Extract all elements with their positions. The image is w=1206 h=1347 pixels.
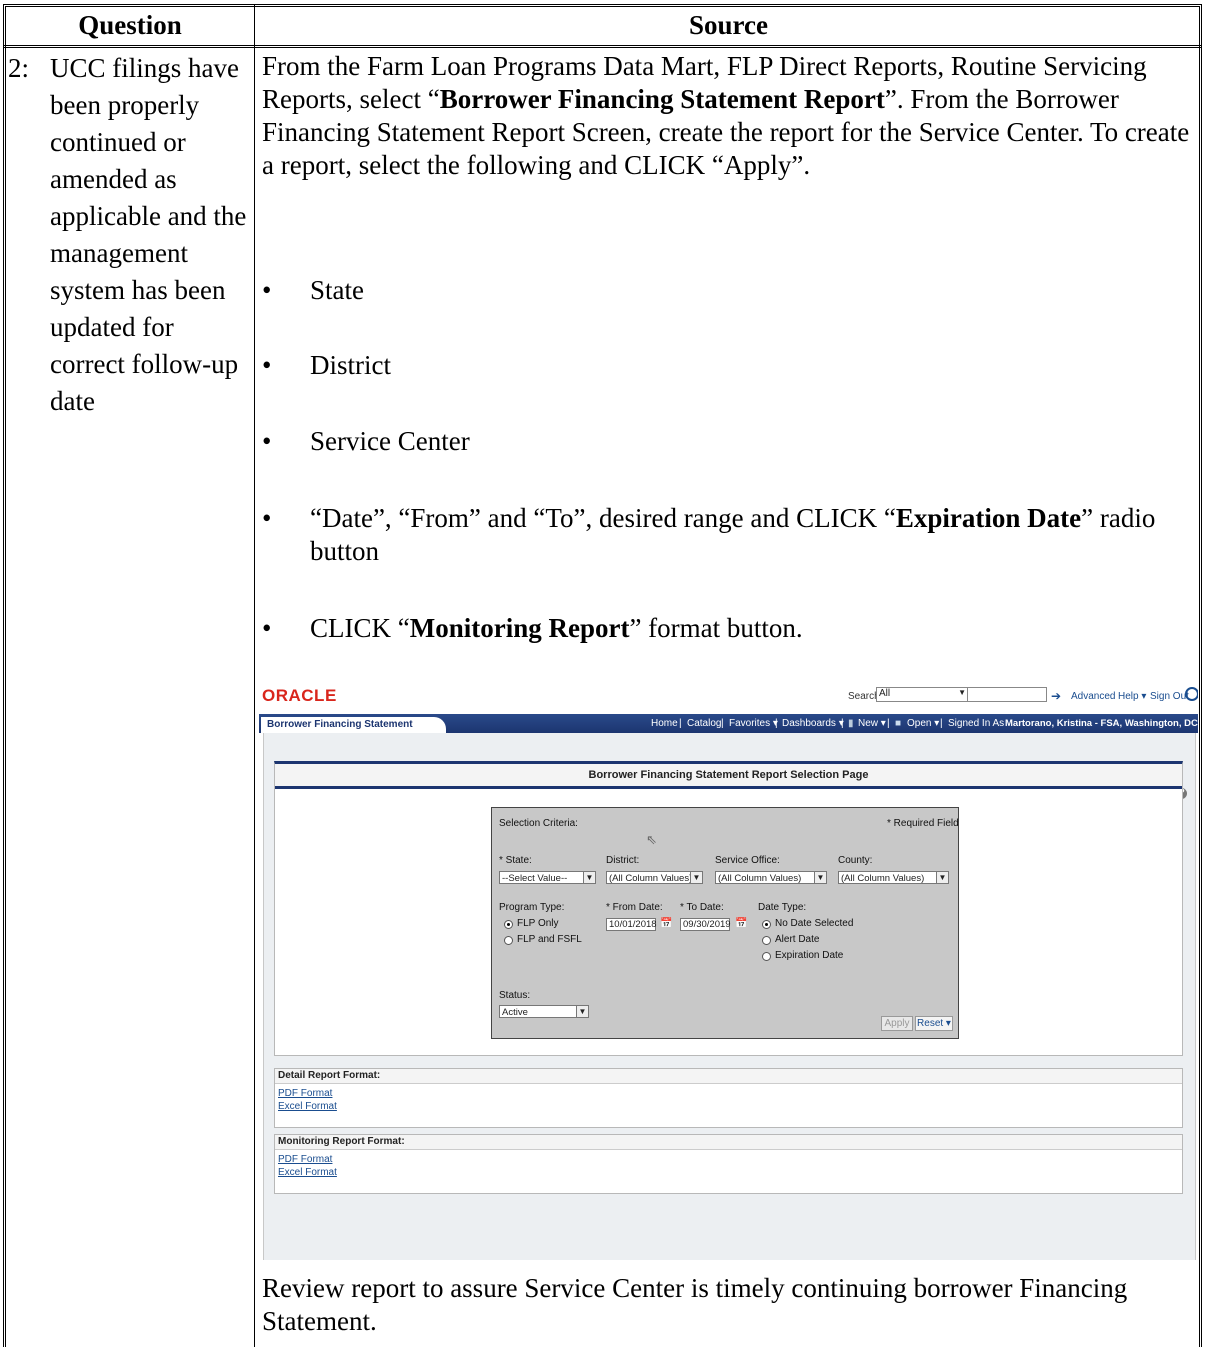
county-select[interactable]: (All Column Values) ▼ — [838, 871, 949, 884]
date-type-alert-label: Alert Date — [775, 934, 820, 945]
oracle-logo: ORACLE — [262, 686, 337, 705]
nav-signed-in-label: Signed In As — [948, 718, 1005, 729]
search-scope-select[interactable]: All ▼ — [876, 687, 968, 702]
header-question: Question — [78, 10, 182, 40]
chevron-down-icon: ▼ — [576, 1006, 588, 1017]
detail-format-title: Detail Report Format: — [275, 1069, 1182, 1084]
oracle-topbar: ORACLE Search All ▼ ➔ Advanced Help ▾ Sig… — [259, 684, 1198, 712]
reset-button[interactable]: Reset ▾ — [915, 1016, 953, 1031]
nav-open[interactable]: Open ▾ — [907, 718, 939, 729]
detail-pdf-link[interactable]: PDF Format — [275, 1087, 1182, 1100]
chevron-down-icon: ▼ — [814, 872, 826, 883]
nav-new[interactable]: New ▾ — [858, 718, 886, 729]
cursor-icon: ⇖ — [646, 832, 657, 847]
nav-user-menu[interactable]: Martorano, Kristina - FSA, Washington, D… — [1005, 718, 1198, 729]
sign-out-link[interactable]: Sign Out — [1150, 691, 1189, 702]
district-select[interactable]: (All Column Values) ▼ — [606, 871, 703, 884]
district-label: District: — [606, 855, 640, 866]
nav-sep: | — [775, 718, 778, 729]
program-flp-only-label: FLP Only — [517, 918, 559, 929]
state-select[interactable]: --Select Value-- ▼ — [499, 871, 596, 884]
chevron-down-icon: ▼ — [958, 688, 966, 697]
date-type-label: Date Type: — [758, 902, 807, 913]
calendar-icon[interactable]: 📅 — [660, 918, 672, 930]
oracle-screenshot: ORACLE Search All ▼ ➔ Advanced Help ▾ Sig… — [259, 684, 1198, 1260]
date-type-none-radio[interactable] — [762, 920, 771, 929]
monitoring-format-section: Monitoring Report Format: PDF Format Exc… — [274, 1134, 1183, 1194]
criteria-heading: Selection Criteria: — [499, 818, 578, 829]
office-select[interactable]: (All Column Values) ▼ — [715, 871, 827, 884]
header-source: Source — [689, 10, 768, 40]
column-divider — [254, 4, 255, 1347]
county-label: County: — [838, 855, 873, 866]
apply-button[interactable]: Apply — [881, 1016, 913, 1031]
monitoring-format-title: Monitoring Report Format: — [275, 1135, 1182, 1150]
from-date-label: * From Date: — [606, 902, 663, 913]
folder-icon: ■ — [895, 718, 902, 729]
nav-sep: | — [887, 718, 890, 729]
source-intro: From the Farm Loan Programs Data Mart, F… — [262, 51, 1190, 180]
panel-title: Borrower Financing Statement Report Sele… — [275, 764, 1182, 789]
required-note: * Required Field — [887, 818, 959, 829]
dashboard-tab[interactable]: Borrower Financing Statement Dashboard — [261, 717, 446, 746]
program-flp-only-radio[interactable] — [504, 920, 513, 929]
status-label: Status: — [499, 990, 531, 1001]
search-go-icon[interactable]: ➔ — [1051, 689, 1061, 703]
date-type-expiration-radio[interactable] — [762, 952, 771, 961]
to-date-input[interactable]: 09/30/2019 — [680, 918, 731, 931]
chevron-down-icon: ▼ — [583, 872, 595, 883]
selection-criteria-box: Selection Criteria: * Required Field ⇖ *… — [491, 807, 959, 1039]
date-type-none-label: No Date Selected — [775, 918, 854, 929]
question-text: UCC filings have been properly continued… — [50, 53, 247, 416]
header-divider — [3, 45, 1202, 48]
status-select[interactable]: Active ▼ — [499, 1005, 589, 1018]
state-label: * State: — [499, 855, 532, 866]
date-type-expiration-label: Expiration Date — [775, 950, 844, 961]
nav-catalog[interactable]: Catalog — [687, 718, 721, 729]
program-flp-fsfl-radio[interactable] — [504, 936, 513, 945]
date-type-alert-radio[interactable] — [762, 936, 771, 945]
monitoring-excel-link[interactable]: Excel Format — [275, 1166, 1182, 1179]
office-label: Service Office: — [715, 855, 780, 866]
detail-excel-link[interactable]: Excel Format — [275, 1100, 1182, 1113]
nav-home[interactable]: Home — [651, 718, 678, 729]
chevron-down-icon: ▼ — [690, 872, 702, 883]
program-flp-fsfl-label: FLP and FSFL — [517, 934, 582, 945]
nav-sep: | — [940, 718, 943, 729]
chevron-down-icon: ▼ — [936, 872, 948, 883]
search-label: Search — [848, 691, 880, 702]
help-menu[interactable]: Help ▾ — [1118, 691, 1146, 702]
question-number: 2: — [8, 53, 30, 83]
nav-sep: | — [841, 718, 844, 729]
program-type-label: Program Type: — [499, 902, 565, 913]
source-closing: Review report to assure Service Center i… — [262, 1273, 1128, 1336]
advanced-link[interactable]: Advanced — [1071, 691, 1115, 702]
new-icon: ▮ — [848, 718, 854, 729]
detail-format-section: Detail Report Format: PDF Format Excel F… — [274, 1068, 1183, 1128]
nav-favorites[interactable]: Favorites ▾ — [729, 718, 778, 729]
calendar-icon[interactable]: 📅 — [735, 918, 747, 930]
nav-sep: | — [721, 718, 724, 729]
search-input[interactable] — [967, 687, 1047, 702]
nav-sep: | — [679, 718, 682, 729]
from-date-input[interactable]: 10/01/2018 — [606, 918, 657, 931]
to-date-label: * To Date: — [680, 902, 724, 913]
monitoring-pdf-link[interactable]: PDF Format — [275, 1153, 1182, 1166]
ring-icon — [1185, 687, 1198, 701]
nav-dashboards[interactable]: Dashboards ▾ — [782, 718, 844, 729]
